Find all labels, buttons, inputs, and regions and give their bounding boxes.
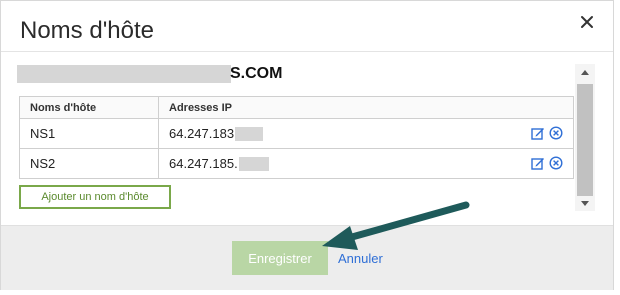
table-row: NS2 64.247.185.	[19, 148, 574, 179]
delete-icon[interactable]	[549, 156, 563, 170]
column-header-ip-addresses: Adresses IP	[158, 96, 574, 119]
edit-icon[interactable]	[531, 156, 545, 170]
hostname-cell: NS1	[19, 118, 159, 149]
cancel-link[interactable]: Annuler	[338, 251, 383, 266]
delete-icon[interactable]	[549, 126, 563, 140]
table-row: NS1 64.247.183	[19, 118, 574, 149]
row-actions	[531, 156, 563, 170]
bottom-strip	[0, 290, 620, 295]
ip-cell: 64.247.183	[158, 118, 574, 149]
save-button[interactable]: Enregistrer	[232, 241, 328, 275]
header-divider	[1, 51, 613, 52]
ip-address-text: 64.247.185.	[169, 155, 238, 171]
hostnames-table: Noms d'hôte Adresses IP NS1 64.247.183 N…	[19, 96, 574, 179]
add-hostname-button[interactable]: Ajouter un nom d'hôte	[19, 185, 171, 209]
redacted-domain-block	[17, 65, 231, 83]
column-header-hostnames: Noms d'hôte	[19, 96, 159, 119]
ip-cell: 64.247.185.	[158, 148, 574, 179]
scroll-up-icon[interactable]	[575, 64, 595, 80]
redacted-ip-block	[238, 157, 269, 172]
dialog-title: Noms d'hôte	[20, 17, 154, 44]
table-header-row: Noms d'hôte Adresses IP	[19, 96, 574, 119]
hostname-cell: NS2	[19, 148, 159, 179]
edit-icon[interactable]	[531, 126, 545, 140]
scrollbar-thumb[interactable]	[577, 84, 593, 196]
redacted-ip-block	[235, 127, 264, 142]
scroll-down-icon[interactable]	[575, 195, 595, 211]
row-actions	[531, 126, 563, 140]
ip-address-text: 64.247.183	[169, 125, 235, 141]
hostnames-dialog: Noms d'hôte S.COM Noms d'hôte Adresses I…	[0, 0, 614, 292]
close-icon[interactable]	[580, 15, 594, 29]
domain-name-suffix: S.COM	[230, 65, 283, 82]
scrollbar[interactable]	[575, 64, 595, 211]
